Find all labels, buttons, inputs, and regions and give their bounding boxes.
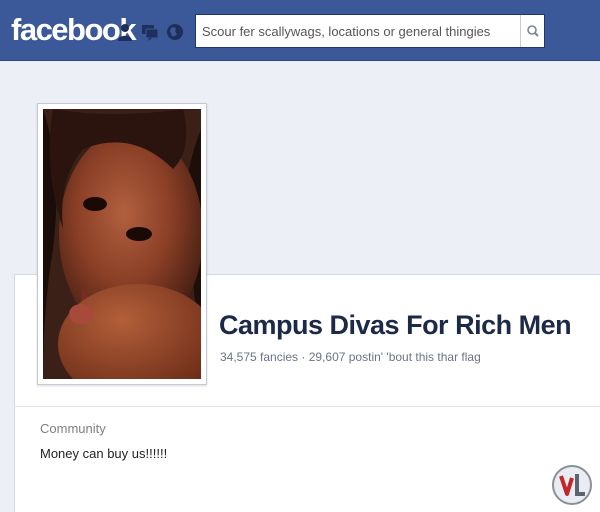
watermark-logo bbox=[547, 462, 597, 508]
search-icon bbox=[527, 25, 539, 37]
divider bbox=[14, 406, 600, 407]
search-input[interactable] bbox=[196, 15, 521, 47]
search-button[interactable] bbox=[520, 15, 544, 47]
messages-icon[interactable] bbox=[140, 22, 160, 42]
friend-requests-icon[interactable] bbox=[115, 22, 135, 42]
page-about: Money can buy us!!!!!! bbox=[40, 446, 168, 461]
page-category[interactable]: Community bbox=[40, 421, 106, 436]
profile-picture-frame[interactable] bbox=[37, 103, 207, 385]
search-box bbox=[195, 14, 545, 48]
top-bar: facebook bbox=[0, 0, 600, 61]
profile-picture bbox=[43, 109, 201, 379]
notifications-globe-icon[interactable] bbox=[165, 22, 185, 42]
page-stats: 34,575 fancies · 29,607 postin' 'bout th… bbox=[220, 350, 481, 364]
page-title[interactable]: Campus Divas For Rich Men bbox=[219, 310, 572, 341]
